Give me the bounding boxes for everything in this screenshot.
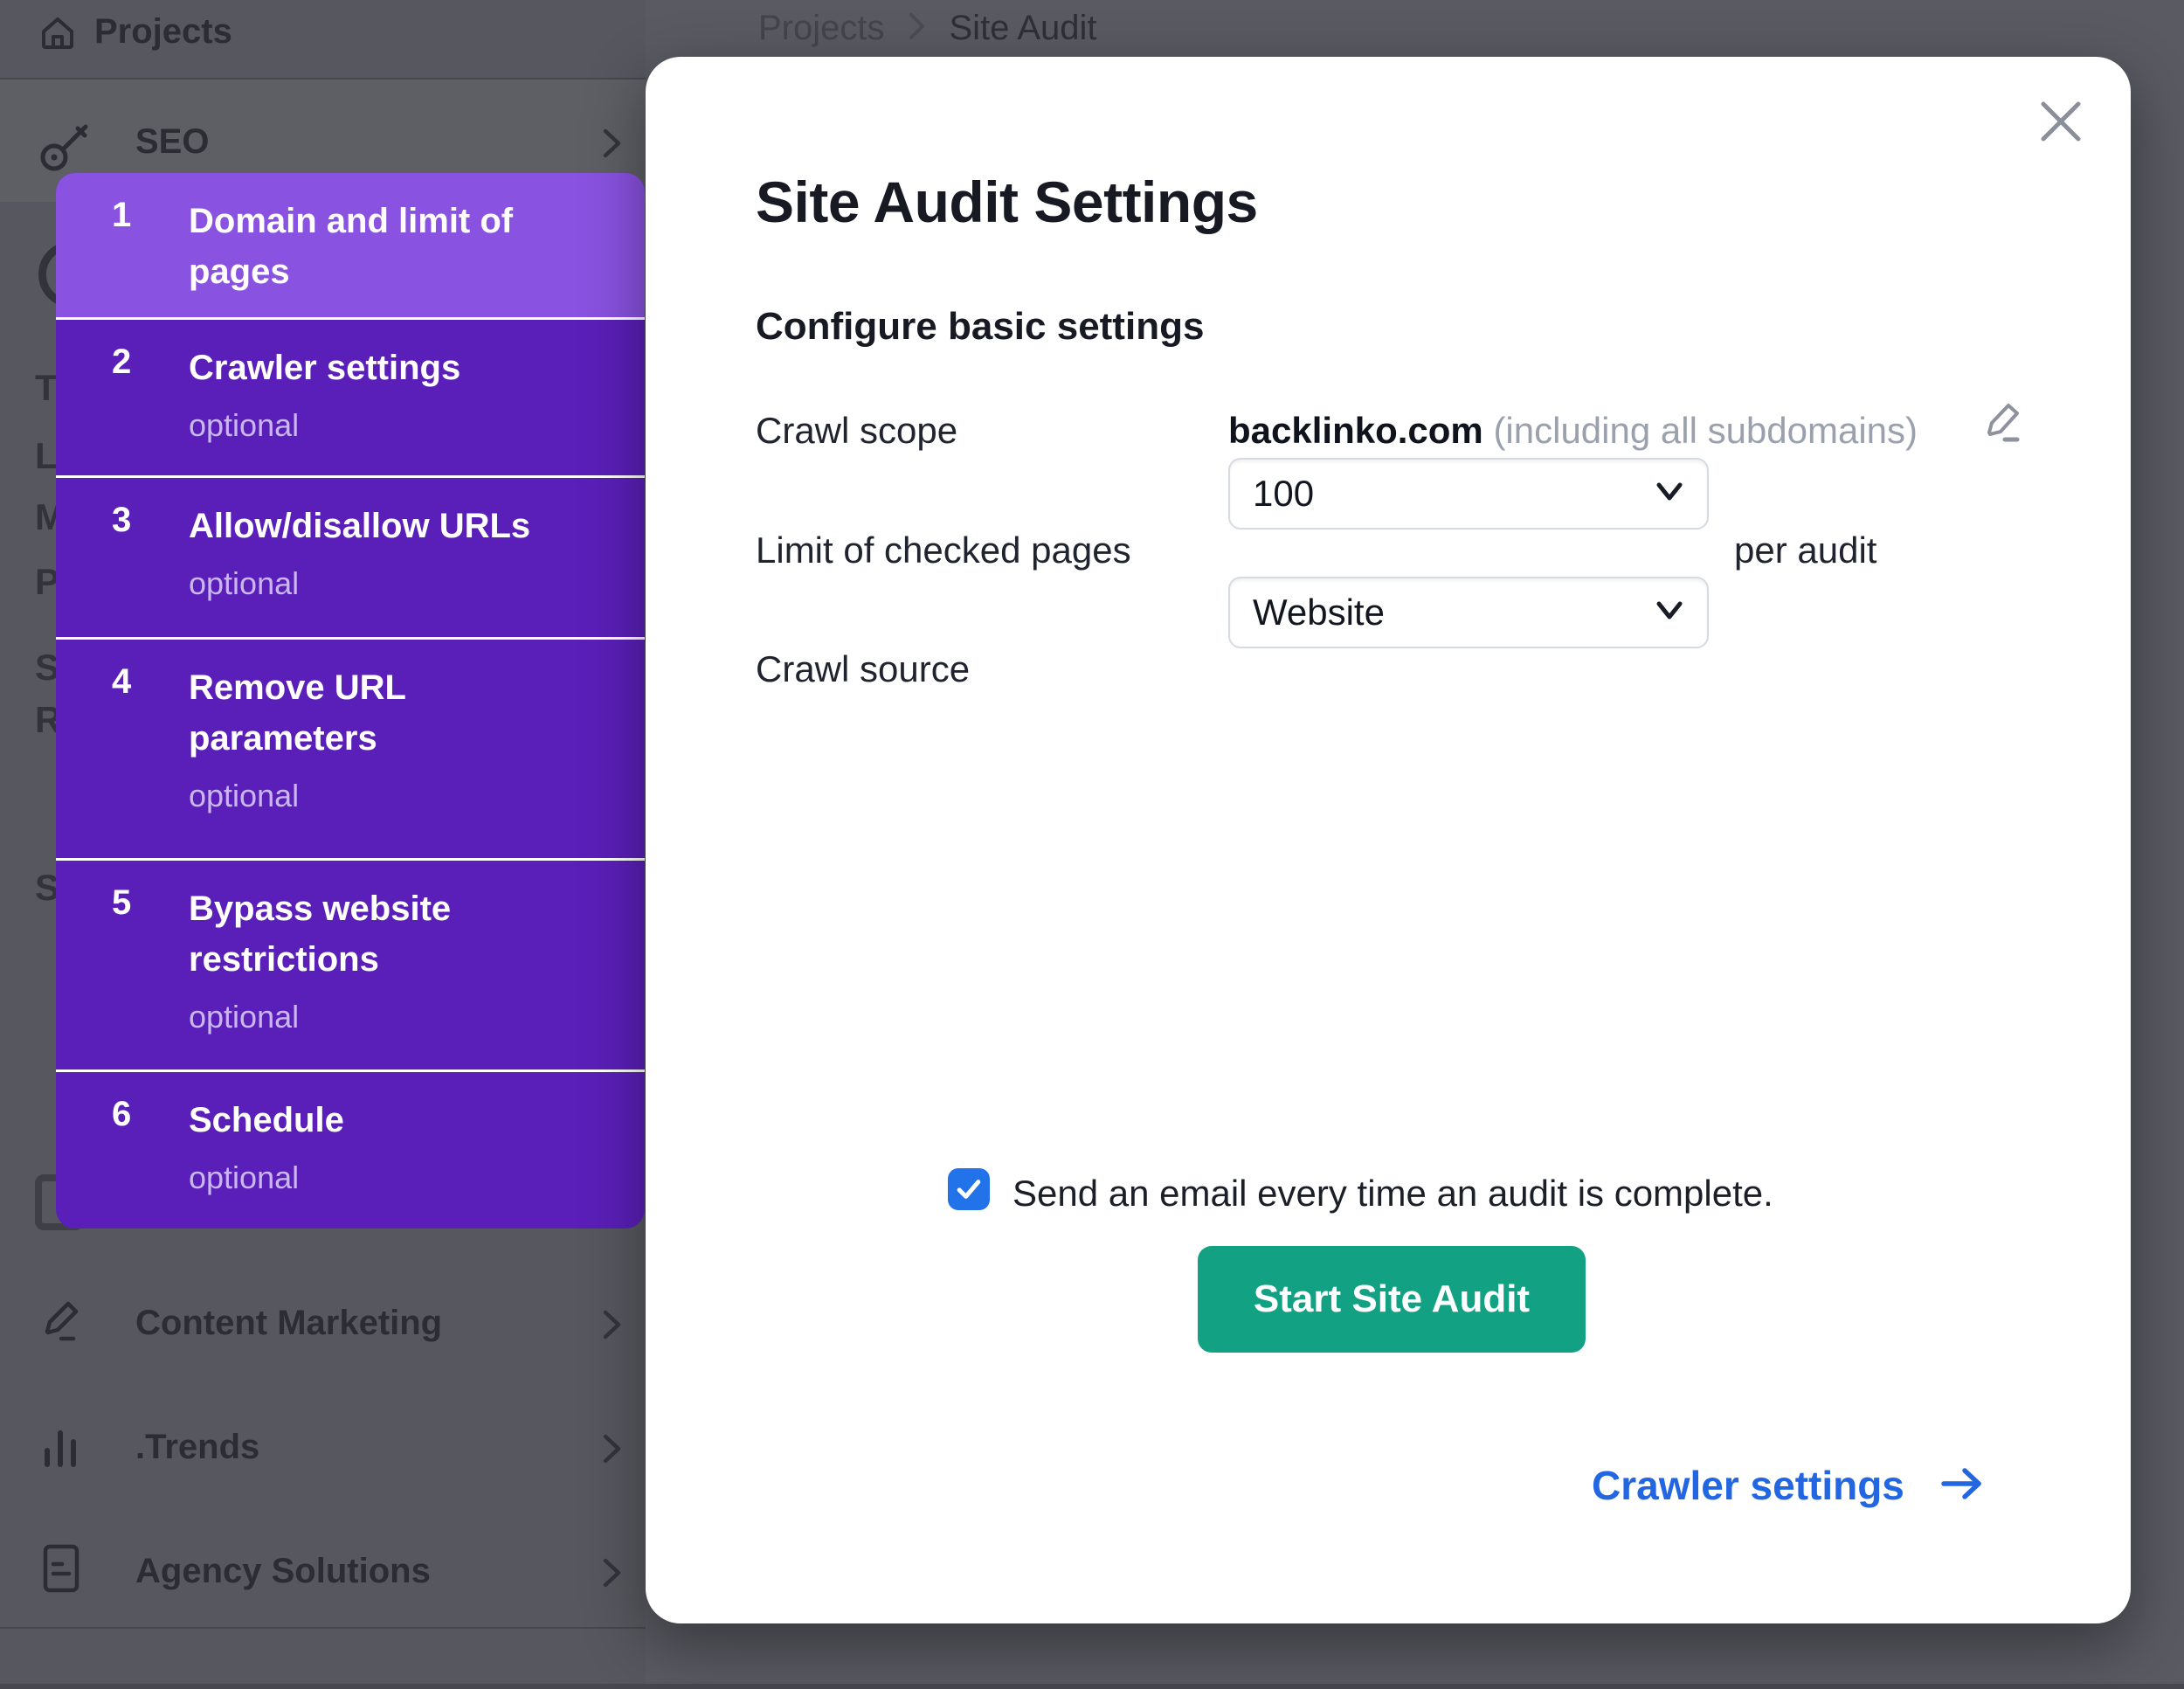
step-title: Remove URL parameters (189, 662, 620, 764)
step-optional-label: optional (189, 405, 620, 446)
sidebar-item-content-marketing[interactable]: Content Marketing (135, 1304, 442, 1343)
step-remove-url-parameters[interactable]: 4 Remove URL parameters optional (56, 637, 645, 858)
arrow-right-icon (1939, 1465, 1985, 1506)
crawl-source-select[interactable]: Website (1228, 577, 1709, 648)
home-icon (38, 14, 77, 52)
crawl-scope-label: Crawl scope (756, 410, 957, 452)
step-bypass-website-restrictions[interactable]: 5 Bypass website restrictions optional (56, 858, 645, 1069)
section-heading: Configure basic settings (756, 305, 1204, 349)
crawler-settings-link-label: Crawler settings (1592, 1462, 1904, 1509)
step-number: 1 (112, 196, 131, 235)
sidebar-item-seo[interactable]: SEO (135, 122, 209, 162)
sidebar-item-projects[interactable]: Projects (94, 12, 232, 52)
sidebar-item-trends[interactable]: .Trends (135, 1428, 259, 1467)
sidebar-divider (0, 1627, 646, 1629)
crawl-scope-note: (including all subdomains) (1493, 410, 1918, 451)
crawl-scope-value: backlinko.com (including all subdomains) (1228, 410, 1918, 452)
step-number: 3 (112, 501, 131, 540)
chevron-right-icon (601, 126, 624, 165)
crawl-scope-domain: backlinko.com (1228, 410, 1483, 451)
breadcrumb-site-audit: Site Audit (950, 9, 1097, 48)
step-optional-label: optional (189, 1158, 620, 1198)
step-title: Allow/disallow URLs (189, 501, 620, 551)
limit-suffix: per audit (1734, 530, 1876, 571)
step-optional-label: optional (189, 564, 620, 604)
chevron-down-icon (1655, 481, 1684, 508)
step-number: 2 (112, 343, 131, 382)
chevron-right-icon (601, 1307, 624, 1346)
page-title: Site Audit Settings (756, 169, 1258, 235)
step-schedule[interactable]: 6 Schedule optional (56, 1069, 645, 1223)
breadcrumb: Projects Site Audit (758, 7, 1097, 49)
site-audit-settings-modal: Site Audit Settings Configure basic sett… (646, 57, 2131, 1623)
step-allow-disallow-urls[interactable]: 3 Allow/disallow URLs optional (56, 475, 645, 637)
step-optional-label: optional (189, 997, 620, 1037)
site-audit-settings-screen: Projects SEO T L M P S R S (0, 0, 2184, 1689)
chevron-right-icon (908, 11, 927, 45)
step-title: Schedule (189, 1095, 620, 1146)
key-icon (37, 114, 94, 175)
check-icon (951, 1172, 986, 1207)
step-title: Bypass website restrictions (189, 883, 620, 985)
site-audit-setup-stepper: 1 Domain and limit of pages 2 Crawler se… (56, 173, 645, 1229)
limit-select[interactable]: 100 (1228, 458, 1709, 530)
email-checkbox-label[interactable]: Send an email every time an audit is com… (1013, 1173, 1773, 1215)
bar-chart-icon (40, 1421, 82, 1470)
pencil-icon (38, 1298, 82, 1344)
step-number: 6 (112, 1095, 131, 1134)
bottom-edge (0, 1684, 2184, 1689)
breadcrumb-projects[interactable]: Projects (758, 9, 885, 48)
chevron-right-icon (601, 1555, 624, 1595)
crawl-source-select-value: Website (1253, 592, 1655, 633)
chevron-right-icon (601, 1431, 624, 1471)
edit-pencil-icon[interactable] (1979, 399, 2024, 448)
step-title: Crawler settings (189, 343, 620, 393)
step-number: 4 (112, 662, 131, 702)
sidebar-item-agency-solutions[interactable]: Agency Solutions (135, 1552, 431, 1591)
step-title: Domain and limit of pages (189, 196, 620, 297)
chevron-down-icon (1655, 599, 1684, 626)
limit-select-value: 100 (1253, 473, 1655, 515)
step-crawler-settings[interactable]: 2 Crawler settings optional (56, 317, 645, 475)
close-icon[interactable] (2036, 97, 2085, 146)
hidden-item-fragment: L (35, 435, 58, 477)
hidden-item-fragment: T (35, 367, 58, 409)
step-optional-label: optional (189, 776, 620, 816)
crawler-settings-link[interactable]: Crawler settings (1592, 1462, 1985, 1509)
limit-label: Limit of checked pages (756, 530, 1131, 571)
crawl-source-label: Crawl source (756, 648, 970, 690)
step-domain-and-limit[interactable]: 1 Domain and limit of pages (56, 173, 645, 317)
email-checkbox[interactable] (948, 1168, 990, 1210)
step-number: 5 (112, 883, 131, 923)
start-site-audit-button[interactable]: Start Site Audit (1198, 1246, 1586, 1353)
document-icon (42, 1543, 80, 1594)
